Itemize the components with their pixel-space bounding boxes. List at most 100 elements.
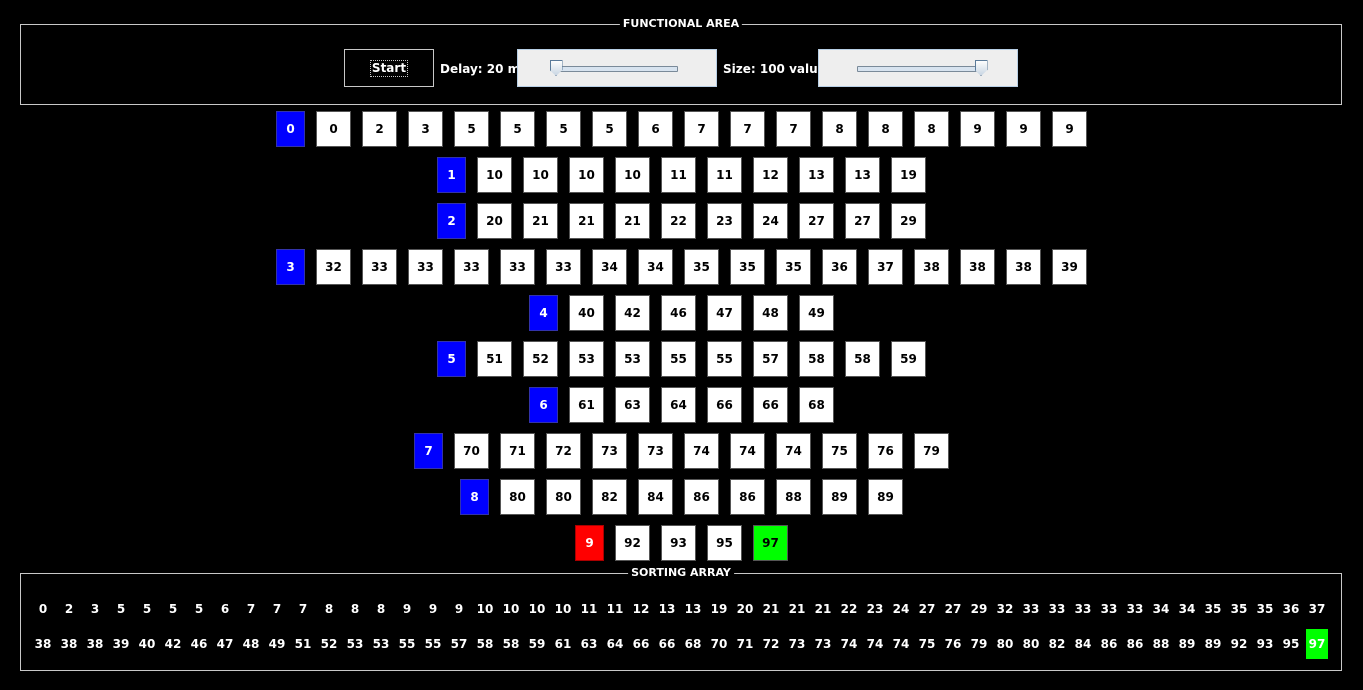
array-value: 73 [788,637,806,651]
bucket-value: 10 [523,157,558,193]
bucket-value: 72 [546,433,581,469]
bucket-value: 93 [661,525,696,561]
array-value: 38 [34,637,52,651]
bucket-value: 38 [914,249,949,285]
bucket-value: 0 [316,111,351,147]
bucket-value: 84 [638,479,673,515]
array-value: 32 [996,602,1014,616]
array-value: 10 [476,602,494,616]
array-value: 11 [580,602,598,616]
array-value: 22 [840,602,858,616]
bucket-value: 7 [730,111,765,147]
array-value: 38 [60,637,78,651]
array-value: 11 [606,602,624,616]
sorting-array-row-2: 38 38 38 39 40 42 46 47 48 49 51 52 53 53 55 55 57 58 58 59… [21,629,1343,659]
sorting-array-panel: SORTING ARRAY 0 2 3 5 5 5 5 6 7 7 7 8 8 8 9 9 9 10 10 10 10 1… [20,566,1343,671]
sorting-array-row-1: 0 2 3 5 5 5 5 6 7 7 7 8 8 8 9 9 9 10 10 10 10 11 11 12 13 13 19 20 2… [21,594,1343,624]
array-value: 92 [1230,637,1248,651]
bucket-value: 80 [546,479,581,515]
bucket-value: 95 [707,525,742,561]
bucket-value: 33 [362,249,397,285]
array-value: 7 [272,602,282,616]
bucket-value: 21 [569,203,604,239]
bucket-value: 35 [776,249,811,285]
bucket-value: 12 [753,157,788,193]
bucket-value: 9 [1052,111,1087,147]
array-value: 88 [1152,637,1170,651]
bucket-value: 58 [799,341,834,377]
array-value: 3 [90,602,100,616]
bucket-value: 21 [615,203,650,239]
bucket-value: 10 [477,157,512,193]
start-button[interactable]: Start [344,49,434,87]
bucket-value: 29 [891,203,926,239]
bucket-row-6: 6 61 63 64 66 66 68 [0,387,1363,425]
bucket-value: 51 [477,341,512,377]
bucket-index-9: 9 [575,525,604,561]
bucket-value: 24 [753,203,788,239]
bucket-value: 79 [914,433,949,469]
bucket-value: 48 [753,295,788,331]
array-value: 29 [970,602,988,616]
bucket-index-7: 7 [414,433,443,469]
bucket-value: 33 [408,249,443,285]
bucket-row-8: 8 80 80 82 84 86 86 88 89 89 [0,479,1363,517]
delay-slider[interactable] [517,49,717,87]
bucket-value: 8 [914,111,949,147]
bucket-value: 11 [661,157,696,193]
array-value: 74 [840,637,858,651]
array-value: 7 [298,602,308,616]
bucket-value: 2 [362,111,397,147]
bucket-index-3: 3 [276,249,305,285]
start-button-label: Start [369,59,409,77]
bucket-value: 5 [592,111,627,147]
bucket-value: 5 [546,111,581,147]
delay-slider-thumb[interactable] [549,60,563,76]
bucket-value: 64 [661,387,696,423]
array-value: 95 [1282,637,1300,651]
array-value: 93 [1256,637,1274,651]
size-slider-thumb[interactable] [974,60,988,76]
bucket-value: 35 [684,249,719,285]
bucket-index-1: 1 [437,157,466,193]
array-value: 10 [554,602,572,616]
bucket-value: 9 [960,111,995,147]
bucket-value: 52 [523,341,558,377]
bucket-value: 53 [615,341,650,377]
bucket-value: 35 [730,249,765,285]
bucket-value: 39 [1052,249,1087,285]
array-value: 33 [1022,602,1040,616]
delay-slider-track [556,66,678,72]
bucket-value: 7 [776,111,811,147]
array-value: 75 [918,637,936,651]
array-value: 48 [242,637,260,651]
array-value: 8 [324,602,334,616]
bucket-value: 89 [868,479,903,515]
bucket-value: 66 [707,387,742,423]
bucket-value: 34 [592,249,627,285]
array-value: 8 [376,602,386,616]
array-value: 55 [424,637,442,651]
bucket-value: 10 [569,157,604,193]
array-value: 27 [944,602,962,616]
array-value: 42 [164,637,182,651]
array-value: 10 [502,602,520,616]
array-value: 61 [554,637,572,651]
array-value: 40 [138,637,156,651]
size-slider[interactable] [818,49,1018,87]
array-value: 55 [398,637,416,651]
bucket-value: 33 [546,249,581,285]
bucket-index-0: 0 [276,111,305,147]
array-value: 71 [736,637,754,651]
bucket-index-2: 2 [437,203,466,239]
array-value: 86 [1100,637,1118,651]
array-value: 33 [1100,602,1118,616]
bucket-value: 55 [707,341,742,377]
array-value: 2 [64,602,74,616]
array-value: 5 [116,602,126,616]
bucket-value: 89 [822,479,857,515]
bucket-value: 37 [868,249,903,285]
array-value: 68 [684,637,702,651]
bucket-value: 19 [891,157,926,193]
array-value: 20 [736,602,754,616]
